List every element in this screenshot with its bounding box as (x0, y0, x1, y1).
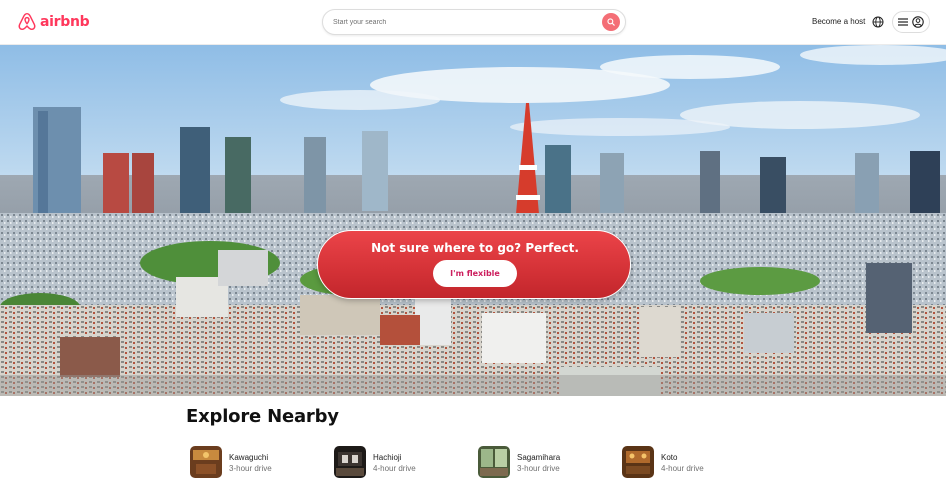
search-button[interactable] (602, 13, 620, 31)
nearby-card-sagamihara[interactable]: Sagamihara 3-hour drive (478, 446, 608, 478)
nearby-drive-time: 4-hour drive (373, 464, 416, 473)
search-input[interactable] (333, 15, 593, 30)
nearby-card-koto[interactable]: Koto 4-hour drive (622, 446, 752, 478)
cta-title: Not sure where to go? Perfect. (371, 241, 579, 255)
nearby-thumbnail (190, 446, 222, 478)
logo-text: airbnb (40, 13, 90, 30)
nearby-card-kawaguchi[interactable]: Kawaguchi 3-hour drive (190, 446, 320, 478)
nearby-drive-time: 3-hour drive (517, 464, 560, 473)
nearby-card-hachioji[interactable]: Hachioji 4-hour drive (334, 446, 464, 478)
nearby-thumbnail (478, 446, 510, 478)
globe-icon[interactable] (872, 16, 884, 28)
nearby-name: Hachioji (373, 453, 402, 462)
top-nav: airbnb Become a host (0, 0, 946, 45)
airbnb-logo-icon (18, 12, 36, 31)
nearby-thumbnail (334, 446, 366, 478)
user-icon (912, 16, 924, 28)
tokyo-skyline-image (0, 45, 946, 396)
user-menu-button[interactable] (892, 11, 930, 33)
search-bar[interactable] (322, 9, 626, 35)
hamburger-icon (898, 18, 908, 26)
explore-nearby-heading: Explore Nearby (186, 406, 339, 427)
hero-banner: Not sure where to go? Perfect. I'm flexi… (0, 45, 946, 396)
search-icon (607, 18, 615, 26)
nearby-drive-time: 3-hour drive (229, 464, 272, 473)
nearby-name: Koto (661, 453, 678, 462)
nearby-name: Kawaguchi (229, 453, 269, 462)
nearby-name: Sagamihara (517, 453, 561, 462)
flexible-cta-banner: Not sure where to go? Perfect. I'm flexi… (317, 230, 631, 299)
im-flexible-button[interactable]: I'm flexible (433, 260, 517, 287)
become-host-link[interactable]: Become a host (812, 17, 865, 26)
nearby-drive-time: 4-hour drive (661, 464, 704, 473)
airbnb-logo[interactable]: airbnb (18, 12, 90, 31)
nearby-thumbnail (622, 446, 654, 478)
